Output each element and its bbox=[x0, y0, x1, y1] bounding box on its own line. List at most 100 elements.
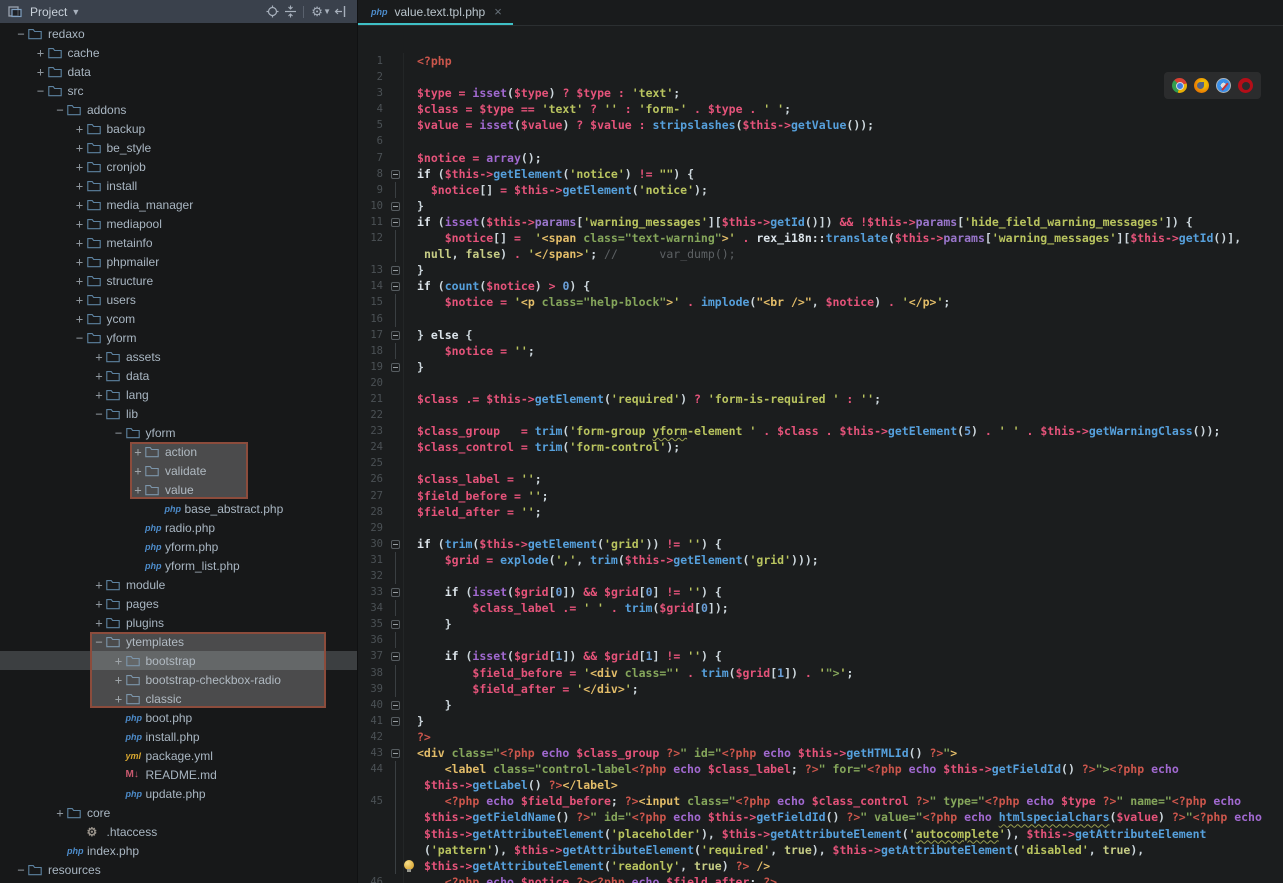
tree-item-boot-php[interactable]: phpboot.php bbox=[0, 708, 357, 727]
tree-item-be-style[interactable]: +be_style bbox=[0, 138, 357, 157]
tree-item-phpmailer[interactable]: +phpmailer bbox=[0, 252, 357, 271]
collapse-icon[interactable]: − bbox=[112, 426, 126, 440]
expand-icon[interactable]: + bbox=[73, 160, 87, 174]
expand-icon[interactable]: + bbox=[92, 597, 106, 611]
expand-icon[interactable]: + bbox=[53, 806, 67, 820]
expand-icon[interactable]: + bbox=[73, 312, 87, 326]
tree-item-install[interactable]: +install bbox=[0, 176, 357, 195]
fold-marker-icon[interactable] bbox=[391, 282, 400, 291]
tree-item-structure[interactable]: +structure bbox=[0, 271, 357, 290]
code-line-41[interactable]: 41} bbox=[358, 713, 1283, 729]
fold-marker-icon[interactable] bbox=[391, 749, 400, 758]
code-line-wrap[interactable]: $this->getAttributeElement('readonly', t… bbox=[358, 858, 1283, 874]
code-line-25[interactable]: 25 bbox=[358, 455, 1283, 471]
expand-icon[interactable]: + bbox=[92, 578, 106, 592]
fold-marker-icon[interactable] bbox=[391, 620, 400, 629]
code-line-11[interactable]: 11if (isset($this->params['warning_messa… bbox=[358, 214, 1283, 230]
code-line-45[interactable]: 45 <?php echo $field_before; ?><input cl… bbox=[358, 793, 1283, 809]
code-line-32[interactable]: 32 bbox=[358, 568, 1283, 584]
code-line-27[interactable]: 27$field_before = ''; bbox=[358, 488, 1283, 504]
tree-item-core[interactable]: +core bbox=[0, 803, 357, 822]
code-line-30[interactable]: 30if (trim($this->getElement('grid')) !=… bbox=[358, 536, 1283, 552]
fold-marker-icon[interactable] bbox=[391, 363, 400, 372]
code-line-8[interactable]: 8if ($this->getElement('notice') != "") … bbox=[358, 166, 1283, 182]
project-panel-title[interactable]: Project bbox=[30, 5, 67, 19]
fold-marker-icon[interactable] bbox=[391, 701, 400, 710]
expand-icon[interactable]: + bbox=[73, 141, 87, 155]
tree-item-cache[interactable]: +cache bbox=[0, 43, 357, 62]
fold-marker-icon[interactable] bbox=[391, 540, 400, 549]
expand-icon[interactable]: + bbox=[92, 388, 106, 402]
tree-item-yform-php[interactable]: phpyform.php bbox=[0, 537, 357, 556]
tree-item-assets[interactable]: +assets bbox=[0, 347, 357, 366]
code-line-36[interactable]: 36 bbox=[358, 632, 1283, 648]
code-line-wrap[interactable]: $this->getLabel() ?></label> bbox=[358, 777, 1283, 793]
tree-item--htaccess[interactable]: ⚙.htaccess bbox=[0, 822, 357, 841]
expand-icon[interactable]: + bbox=[92, 369, 106, 383]
collapse-icon[interactable]: − bbox=[14, 863, 28, 877]
tree-item-src[interactable]: −src bbox=[0, 81, 357, 100]
tree-item-yform[interactable]: −yform bbox=[0, 328, 357, 347]
code-line-4[interactable]: 4$class = $type == 'text' ? '' : 'form-'… bbox=[358, 101, 1283, 117]
code-line-7[interactable]: 7$notice = array(); bbox=[358, 150, 1283, 166]
tree-item-media-manager[interactable]: +media_manager bbox=[0, 195, 357, 214]
code-line-2[interactable]: 2 bbox=[358, 69, 1283, 85]
code-line-31[interactable]: 31 $grid = explode(',', trim($this->getE… bbox=[358, 552, 1283, 568]
tree-item-yform-list-php[interactable]: phpyform_list.php bbox=[0, 556, 357, 575]
fold-marker-icon[interactable] bbox=[391, 717, 400, 726]
expand-icon[interactable]: + bbox=[34, 65, 48, 79]
tree-item-update-php[interactable]: phpupdate.php bbox=[0, 784, 357, 803]
code-line-15[interactable]: 15 $notice = '<p class="help-block">' . … bbox=[358, 294, 1283, 310]
code-line-35[interactable]: 35 } bbox=[358, 616, 1283, 632]
collapse-icon[interactable]: − bbox=[92, 407, 106, 421]
code-line-wrap[interactable]: null, false) . '</span>'; // var_dump(); bbox=[358, 246, 1283, 262]
collapse-icon[interactable]: − bbox=[14, 27, 28, 41]
code-line-wrap[interactable]: $this->getFieldName() ?>" id="<?php echo… bbox=[358, 809, 1283, 825]
code-line-37[interactable]: 37 if (isset($grid[1]) && $grid[1] != ''… bbox=[358, 648, 1283, 664]
code-line-5[interactable]: 5$value = isset($value) ? $value : strip… bbox=[358, 117, 1283, 133]
safari-browser-icon[interactable] bbox=[1216, 78, 1231, 93]
chevron-down-icon[interactable]: ▼ bbox=[323, 7, 331, 16]
tree-item-module[interactable]: +module bbox=[0, 575, 357, 594]
close-icon[interactable]: × bbox=[492, 4, 502, 19]
intention-bulb-icon[interactable] bbox=[404, 860, 414, 870]
fold-marker-icon[interactable] bbox=[391, 202, 400, 211]
code-line-44[interactable]: 44 <label class="control-label<?php echo… bbox=[358, 761, 1283, 777]
code-line-wrap[interactable]: ('pattern'), $this->getAttributeElement(… bbox=[358, 842, 1283, 858]
code-line-22[interactable]: 22 bbox=[358, 407, 1283, 423]
code-line-12[interactable]: 12 $notice[] = '<span class="text-warnin… bbox=[358, 230, 1283, 246]
code-line-17[interactable]: 17} else { bbox=[358, 327, 1283, 343]
chevron-down-icon[interactable]: ▼ bbox=[71, 7, 80, 17]
tree-item-yform[interactable]: −yform bbox=[0, 423, 357, 442]
code-line-23[interactable]: 23$class_group = trim('form-group yform-… bbox=[358, 423, 1283, 439]
tree-item-addons[interactable]: −addons bbox=[0, 100, 357, 119]
locate-icon[interactable] bbox=[263, 4, 281, 20]
code-line-18[interactable]: 18 $notice = ''; bbox=[358, 343, 1283, 359]
hide-panel-icon[interactable] bbox=[331, 4, 349, 20]
code-editor[interactable]: 1<?php23$type = isset($type) ? $type : '… bbox=[358, 26, 1283, 883]
code-line-21[interactable]: 21$class .= $this->getElement('required'… bbox=[358, 391, 1283, 407]
firefox-browser-icon[interactable] bbox=[1194, 78, 1209, 93]
code-line-38[interactable]: 38 $field_before = '<div class="' . trim… bbox=[358, 665, 1283, 681]
code-line-6[interactable]: 6 bbox=[358, 133, 1283, 149]
code-line-24[interactable]: 24$class_control = trim('form-control'); bbox=[358, 439, 1283, 455]
tree-item-data[interactable]: +data bbox=[0, 62, 357, 81]
code-line-33[interactable]: 33 if (isset($grid[0]) && $grid[0] != ''… bbox=[358, 584, 1283, 600]
tree-item-readme-md[interactable]: M↓README.md bbox=[0, 765, 357, 784]
fold-marker-icon[interactable] bbox=[391, 170, 400, 179]
code-line-20[interactable]: 20 bbox=[358, 375, 1283, 391]
expand-icon[interactable]: + bbox=[92, 616, 106, 630]
code-line-39[interactable]: 39 $field_after = '</div>'; bbox=[358, 681, 1283, 697]
code-line-34[interactable]: 34 $class_label .= ' ' . trim($grid[0]); bbox=[358, 600, 1283, 616]
tree-item-plugins[interactable]: +plugins bbox=[0, 613, 357, 632]
collapse-icon[interactable]: − bbox=[73, 331, 87, 345]
code-line-10[interactable]: 10} bbox=[358, 198, 1283, 214]
expand-icon[interactable]: + bbox=[73, 217, 87, 231]
tree-item-data[interactable]: +data bbox=[0, 366, 357, 385]
tree-item-metainfo[interactable]: +metainfo bbox=[0, 233, 357, 252]
code-line-29[interactable]: 29 bbox=[358, 520, 1283, 536]
fold-marker-icon[interactable] bbox=[391, 218, 400, 227]
code-line-46[interactable]: 46 <?php echo $notice ?><?php echo $fiel… bbox=[358, 874, 1283, 883]
code-line-13[interactable]: 13} bbox=[358, 262, 1283, 278]
collapse-icon[interactable]: − bbox=[53, 103, 67, 117]
